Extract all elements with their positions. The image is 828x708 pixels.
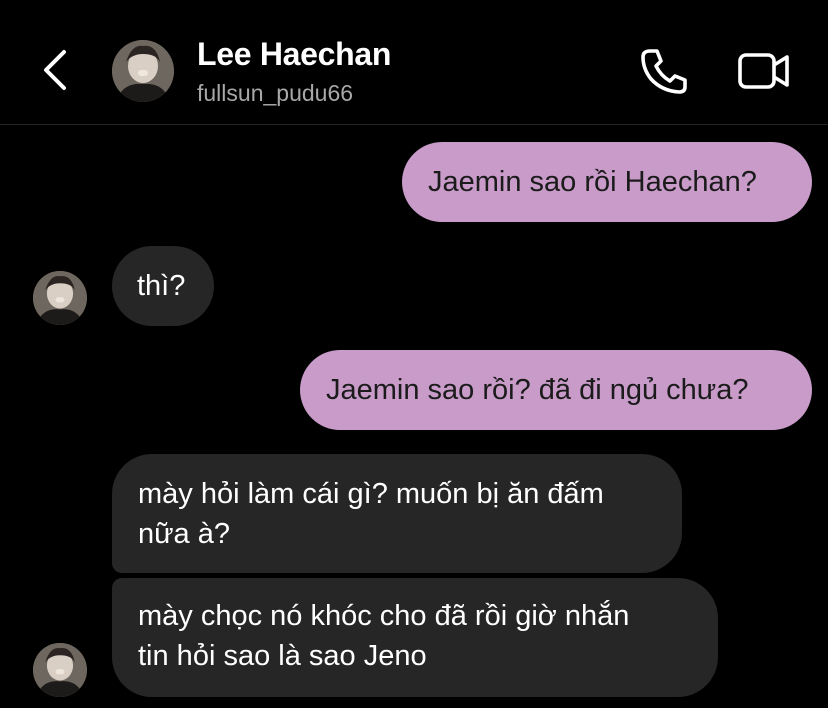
avatar[interactable] [112, 40, 174, 102]
contact-name[interactable]: Lee Haechan [197, 36, 391, 73]
back-button[interactable] [34, 46, 78, 94]
video-call-button[interactable] [736, 48, 792, 94]
message-line: mày hỏi làm cái gì? muốn bị ăn đấm [138, 478, 604, 510]
received-message-bubble[interactable]: mày hỏi làm cái gì? muốn bị ăn đấm nữa à… [112, 454, 682, 573]
sent-message-bubble[interactable]: Jaemin sao rồi Haechan? [402, 142, 812, 222]
received-message-bubble[interactable]: thì? [112, 246, 214, 326]
contact-username: fullsun_pudu66 [197, 80, 354, 106]
chevron-left-icon [44, 50, 66, 90]
call-button[interactable] [638, 46, 690, 96]
chat-header: Lee Haechan fullsun_pudu66 [0, 0, 828, 125]
avatar[interactable] [33, 643, 87, 697]
video-camera-icon [738, 53, 789, 89]
phone-icon [641, 49, 687, 94]
sent-message-bubble[interactable]: Jaemin sao rồi? đã đi ngủ chưa? [300, 350, 812, 430]
message-line: nữa à? [138, 518, 230, 550]
avatar[interactable] [33, 271, 87, 325]
received-message-bubble[interactable]: mày chọc nó khóc cho đã rồi giờ nhắn tin… [112, 578, 718, 697]
message-line: tin hỏi sao là sao Jeno [138, 640, 427, 672]
message-line: mày chọc nó khóc cho đã rồi giờ nhắn [138, 600, 630, 632]
